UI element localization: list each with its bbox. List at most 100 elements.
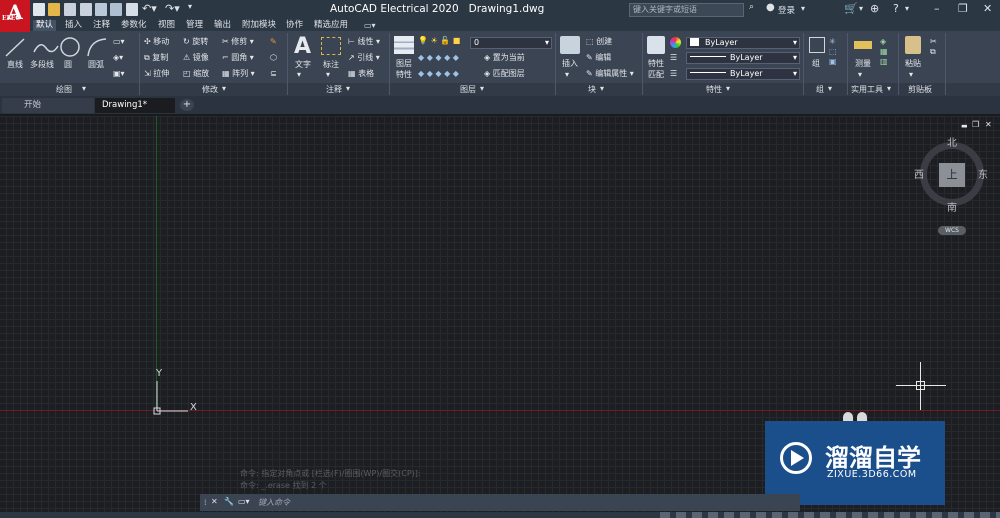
dimension-icon[interactable] xyxy=(321,37,341,55)
save-icon[interactable] xyxy=(64,3,76,16)
viewport-close-icon[interactable]: ✕ xyxy=(985,120,992,130)
explode-icon[interactable]: ⬡ xyxy=(270,53,277,63)
tab-output[interactable]: 输出 xyxy=(214,20,231,31)
layer-properties-icon[interactable] xyxy=(394,36,414,54)
trim-button[interactable]: ✂ 修剪 ▾ xyxy=(222,37,254,47)
fillet-button[interactable]: ⌐ 圆角 ▾ xyxy=(222,53,254,63)
erase-icon[interactable]: ✎ xyxy=(270,37,277,47)
close-icon[interactable]: ✕ xyxy=(983,2,992,15)
offset-icon[interactable]: ⊆ xyxy=(270,69,277,79)
ribbon-options-icon[interactable]: ▭▾ xyxy=(364,20,376,31)
insert-block-icon[interactable] xyxy=(560,36,580,54)
insert-dropdown-icon[interactable]: ▾ xyxy=(565,70,569,80)
block-panel-expand-icon[interactable]: ▾ xyxy=(600,84,604,93)
viewport-min-icon[interactable]: ▬ xyxy=(961,121,968,131)
edit-attributes-button[interactable]: ✎ 编辑属性 ▾ xyxy=(586,69,634,79)
command-customize-icon[interactable]: 🔧 xyxy=(224,497,234,507)
text-button[interactable]: 文字 xyxy=(295,60,311,70)
search-input[interactable]: 键入关键字或短语 xyxy=(629,3,744,17)
array-button[interactable]: ▦ 阵列 ▾ xyxy=(222,69,255,79)
color-dropdown[interactable]: ByLayer ▾ xyxy=(686,37,800,49)
tab-drawing1[interactable]: Drawing1* xyxy=(95,98,175,113)
layer-state-icons[interactable]: 💡 ☀ 🔓 ■ xyxy=(418,36,460,46)
measure-icon[interactable] xyxy=(854,41,872,49)
text-dropdown-icon[interactable]: ▾ xyxy=(297,70,301,80)
match-layer-button[interactable]: ◈ 匹配图层 xyxy=(484,69,525,79)
properties-panel-expand-icon[interactable]: ▾ xyxy=(726,84,730,93)
status-bar-toggles[interactable] xyxy=(660,512,1000,518)
layers-panel-title[interactable]: 图层 xyxy=(460,84,476,95)
region-icon[interactable]: ▣▾ xyxy=(113,69,125,79)
new-tab-icon[interactable]: + xyxy=(180,99,194,111)
command-grip-icon[interactable]: ⁞ xyxy=(204,498,207,508)
tab-annotate[interactable]: 注释 xyxy=(93,20,110,31)
store-dropdown-icon[interactable]: ▾ xyxy=(859,4,863,13)
viewcube-top-face[interactable]: 上 xyxy=(939,163,965,187)
circle-button[interactable]: 圆 xyxy=(64,60,72,70)
table-button[interactable]: ▦ 表格 xyxy=(348,69,374,79)
match-properties-button[interactable]: 特性 xyxy=(648,59,664,69)
tab-addins[interactable]: 附加模块 xyxy=(242,20,276,31)
redo-icon[interactable]: ↷▾ xyxy=(165,2,180,15)
paste-icon[interactable] xyxy=(905,36,921,54)
tab-default[interactable]: 默认 xyxy=(33,20,57,31)
tab-manage[interactable]: 管理 xyxy=(186,20,203,31)
save-as-icon[interactable] xyxy=(80,3,92,16)
stretch-button[interactable]: ⇲ 拉伸 xyxy=(144,69,169,79)
plot-icon[interactable] xyxy=(110,3,122,16)
drawing-canvas[interactable]: Y X ▬ ❐ ✕ 上 北 南 东 西 WCS 命令: 指定对角点或 [栏选(F… xyxy=(0,116,1000,512)
polyline-button[interactable]: 多段线 xyxy=(30,60,54,70)
scale-button[interactable]: ◰ 缩放 xyxy=(183,69,209,79)
print-icon[interactable] xyxy=(126,3,138,16)
tab-start[interactable]: 开始 xyxy=(2,98,94,113)
layer-properties-button[interactable]: 图层 xyxy=(396,59,412,69)
rectangle-icon[interactable]: ▭▾ xyxy=(113,37,125,47)
tab-insert[interactable]: 插入 xyxy=(65,20,82,31)
layer-tools-row-2[interactable]: ◆ ◆ ◆ ◆ ◆ xyxy=(418,69,459,79)
insert-button[interactable]: 插入 xyxy=(562,59,578,69)
copy-button[interactable]: ⧉ 复制 xyxy=(144,53,168,63)
layer-dropdown[interactable]: 0 ▾ xyxy=(470,37,552,49)
line-button[interactable]: 直线 xyxy=(7,60,23,70)
edit-block-button[interactable]: ✎ 编辑 xyxy=(586,53,611,63)
modify-panel-expand-icon[interactable]: ▾ xyxy=(222,84,226,93)
measure-dropdown-icon[interactable]: ▾ xyxy=(858,70,862,80)
properties-panel-title[interactable]: 特性 xyxy=(706,84,722,95)
help-dropdown-icon[interactable]: ▾ xyxy=(905,4,909,13)
connect-icon[interactable]: ⊕ xyxy=(870,2,879,15)
linetype-dropdown[interactable]: ByLayer ▾ xyxy=(686,52,800,64)
match-properties-button-2[interactable]: 匹配 xyxy=(648,70,664,80)
dimension-button[interactable]: 标注 xyxy=(323,60,339,70)
color-wheel-icon[interactable] xyxy=(670,37,681,48)
customize-qat-icon[interactable]: ▾ xyxy=(188,2,192,11)
make-current-button[interactable]: ◈ 置为当前 xyxy=(484,53,525,63)
open-folder-icon[interactable] xyxy=(48,3,60,16)
minimize-icon[interactable]: – xyxy=(934,2,940,15)
wcs-menu-button[interactable]: WCS xyxy=(938,226,966,235)
linear-dim-button[interactable]: ⊢ 线性 ▾ xyxy=(348,37,380,47)
block-panel-title[interactable]: 块 xyxy=(588,84,596,95)
annotation-panel-title[interactable]: 注释 xyxy=(326,84,342,95)
restore-icon[interactable]: ❐ xyxy=(958,2,968,15)
layer-properties-button-2[interactable]: 特性 xyxy=(396,70,412,80)
clipboard-panel-title[interactable]: 剪贴板 xyxy=(908,84,932,95)
group-icon[interactable] xyxy=(809,37,825,53)
publish-icon[interactable] xyxy=(95,3,107,16)
text-icon[interactable]: A xyxy=(294,34,311,59)
rotate-button[interactable]: ↻ 旋转 xyxy=(183,37,208,47)
hatch-icon[interactable]: ◈▾ xyxy=(113,53,123,63)
login-button[interactable]: 登录 xyxy=(778,4,795,16)
utilities-panel-title[interactable]: 实用工具 xyxy=(851,84,883,95)
group-button[interactable]: 组 xyxy=(812,59,820,69)
layers-panel-expand-icon[interactable]: ▾ xyxy=(480,84,484,93)
paste-dropdown-icon[interactable]: ▾ xyxy=(909,70,913,80)
match-properties-icon[interactable] xyxy=(647,36,665,54)
tab-parametric[interactable]: 参数化 xyxy=(121,20,147,31)
undo-icon[interactable]: ↶▾ xyxy=(142,2,157,15)
compass-south[interactable]: 南 xyxy=(947,204,957,214)
move-button[interactable]: ✣ 移动 xyxy=(144,37,169,47)
create-block-button[interactable]: ⬚ 创建 xyxy=(586,37,612,47)
lineweight-dropdown[interactable]: ByLayer ▾ xyxy=(686,68,800,80)
search-icon[interactable]: ⌕ xyxy=(749,2,754,12)
compass-north[interactable]: 北 xyxy=(947,139,957,149)
